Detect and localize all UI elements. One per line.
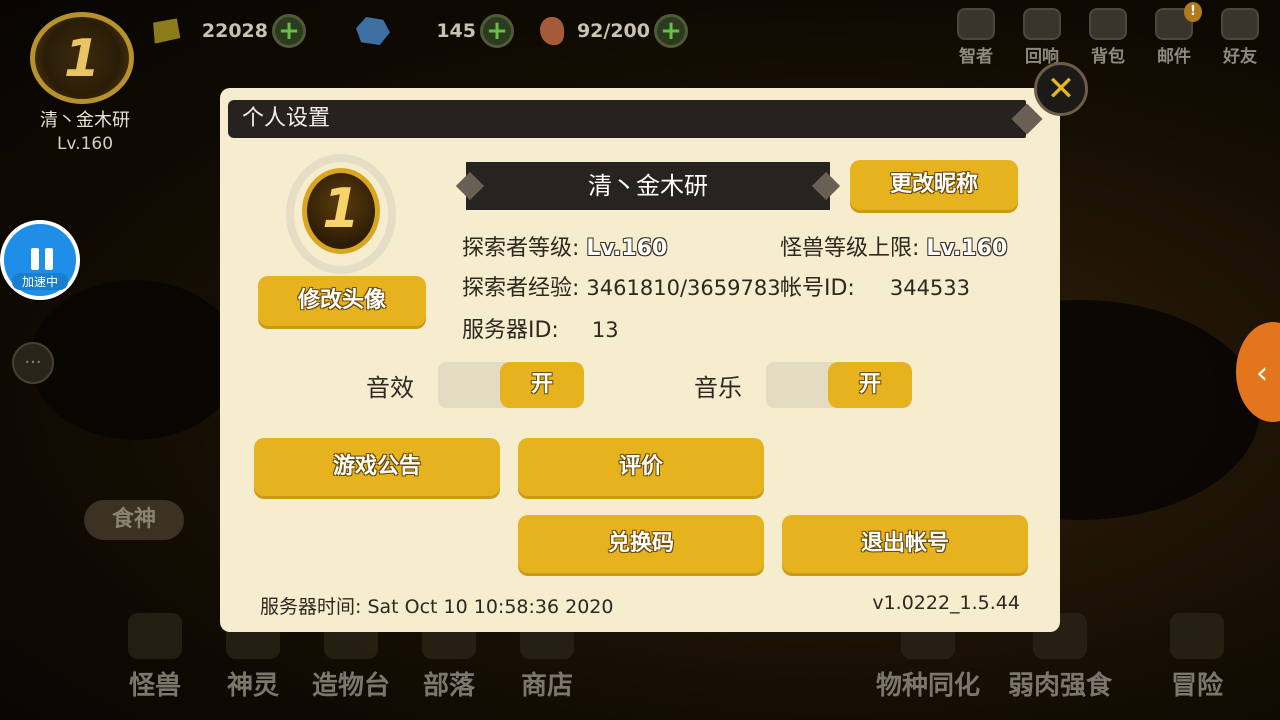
gem-value: 145 bbox=[436, 20, 476, 42]
logout-button[interactable]: 退出帐号 bbox=[782, 515, 1028, 573]
nav-shop-label: 商店 bbox=[520, 671, 573, 701]
menu-friends[interactable]: 好友 bbox=[1210, 8, 1270, 67]
resource-stamina: 92/200 + bbox=[540, 14, 688, 48]
explorer-exp-row: 探索者经验: 3461810/3659783 bbox=[462, 270, 781, 302]
crystal-gem-icon bbox=[356, 17, 390, 45]
review-button[interactable]: 评价 bbox=[518, 438, 764, 496]
server-id-label: 服务器ID: bbox=[462, 318, 559, 343]
compass-icon bbox=[1170, 613, 1224, 659]
menu-backpack-label: 背包 bbox=[1091, 47, 1125, 67]
menu-backpack[interactable]: 背包 bbox=[1078, 8, 1138, 67]
lightbulb-icon bbox=[957, 8, 995, 40]
food-god-label[interactable]: 食神 bbox=[84, 500, 184, 540]
friends-icon bbox=[1221, 8, 1259, 40]
menu-sage[interactable]: 智者 bbox=[946, 8, 1006, 67]
accelerator-label: 加速中 bbox=[12, 273, 68, 290]
nav-species-label: 物种同化 bbox=[876, 671, 981, 701]
chevron-left-icon: ‹ bbox=[1256, 356, 1268, 391]
version-label: v1.0222_1.5.44 bbox=[872, 592, 1020, 614]
nav-deity-label: 神灵 bbox=[226, 671, 279, 701]
nav-monster[interactable]: 怪兽 bbox=[128, 613, 182, 702]
music-label: 音乐 bbox=[694, 374, 742, 402]
explorer-level-row: 探索者等级: Lv.160 bbox=[462, 230, 667, 262]
change-nickname-button[interactable]: 更改昵称 bbox=[850, 160, 1018, 210]
add-stamina-button[interactable]: + bbox=[654, 14, 688, 48]
mail-alert-icon: ! bbox=[1184, 2, 1202, 22]
change-avatar-button[interactable]: 修改头像 bbox=[258, 276, 426, 326]
server-time: 服务器时间: Sat Oct 10 10:58:36 2020 bbox=[260, 596, 614, 618]
sound-effects-state: 开 bbox=[500, 362, 584, 408]
redeem-code-button[interactable]: 兑换码 bbox=[518, 515, 764, 573]
game-announcement-button[interactable]: 游戏公告 bbox=[254, 438, 500, 496]
menu-mail-label: 邮件 bbox=[1157, 47, 1191, 67]
account-id-label: 帐号ID: bbox=[780, 276, 855, 301]
gold-value: 22028 bbox=[201, 20, 268, 42]
nickname-display: 清丶金木研 bbox=[466, 162, 830, 210]
personal-settings-dialog: 个人设置 1 修改头像 清丶金木研 更改昵称 探索者等级: Lv.160 怪兽等… bbox=[220, 88, 1060, 632]
rank-medal-icon: 1 bbox=[302, 168, 380, 254]
meat-stamina-icon bbox=[540, 17, 564, 45]
nav-tribe-label: 部落 bbox=[422, 671, 475, 701]
account-id-value: 344533 bbox=[889, 276, 971, 300]
add-gem-button[interactable]: + bbox=[480, 14, 514, 48]
explorer-exp-value: 3461810/3659783 bbox=[586, 276, 781, 300]
dialog-title: 个人设置 bbox=[228, 100, 1026, 138]
gold-ingot-icon bbox=[153, 18, 181, 44]
explorer-exp-label: 探索者经验: bbox=[462, 276, 580, 301]
explorer-level-value: Lv.160 bbox=[586, 236, 668, 261]
sound-effects-label: 音效 bbox=[366, 374, 414, 402]
add-gold-button[interactable]: + bbox=[272, 14, 306, 48]
nav-adventure-label: 冒险 bbox=[1170, 671, 1223, 701]
nav-survival-label: 弱肉强食 bbox=[1008, 671, 1113, 701]
server-id-value: 13 bbox=[591, 318, 619, 342]
player-level: Lv.160 bbox=[56, 134, 114, 154]
music-toggle[interactable]: 开 bbox=[766, 362, 912, 408]
backpack-icon bbox=[1089, 8, 1127, 40]
resource-gold: 22028 + bbox=[148, 14, 306, 48]
explorer-level-label: 探索者等级: bbox=[462, 236, 580, 261]
menu-sage-label: 智者 bbox=[959, 47, 993, 67]
monster-cap-label: 怪兽等级上限: bbox=[780, 236, 920, 261]
sound-effects-toggle[interactable]: 开 bbox=[438, 362, 584, 408]
nav-crafting-label: 造物台 bbox=[312, 671, 391, 701]
menu-mail[interactable]: 邮件 ! bbox=[1144, 2, 1204, 67]
close-dialog-button[interactable]: ✕ bbox=[1034, 62, 1088, 116]
nav-monster-label: 怪兽 bbox=[128, 671, 181, 701]
player-rank-badge[interactable]: 1 bbox=[30, 12, 134, 104]
player-name: 清丶金木研 bbox=[40, 110, 130, 131]
resource-gem: 145 + bbox=[356, 14, 514, 48]
close-icon: ✕ bbox=[1046, 69, 1076, 109]
music-state: 开 bbox=[828, 362, 912, 408]
rank-number: 1 bbox=[63, 29, 101, 89]
top-bar: 1 清丶金木研 Lv.160 22028 + 145 + 92/200 + 智者… bbox=[0, 0, 1280, 154]
server-id-row: 服务器ID: 13 bbox=[462, 312, 619, 344]
echo-cards-icon bbox=[1023, 8, 1061, 40]
monster-icon bbox=[128, 613, 182, 659]
monster-cap-value: Lv.160 bbox=[926, 236, 1008, 261]
menu-friends-label: 好友 bbox=[1223, 47, 1257, 67]
menu-echo[interactable]: 回响 bbox=[1012, 8, 1072, 67]
avatar-rank-number: 1 bbox=[322, 177, 360, 240]
avatar: 1 bbox=[256, 152, 426, 282]
account-id-row: 帐号ID: 344533 bbox=[780, 270, 970, 302]
monster-cap-row: 怪兽等级上限: Lv.160 bbox=[780, 230, 1007, 262]
stamina-value: 92/200 bbox=[576, 20, 650, 42]
pause-icon bbox=[31, 248, 53, 270]
accelerator-button[interactable]: 加速中 bbox=[0, 220, 80, 300]
nav-adventure[interactable]: 冒险 bbox=[1170, 613, 1224, 702]
chat-icon[interactable]: ··· bbox=[12, 342, 54, 384]
